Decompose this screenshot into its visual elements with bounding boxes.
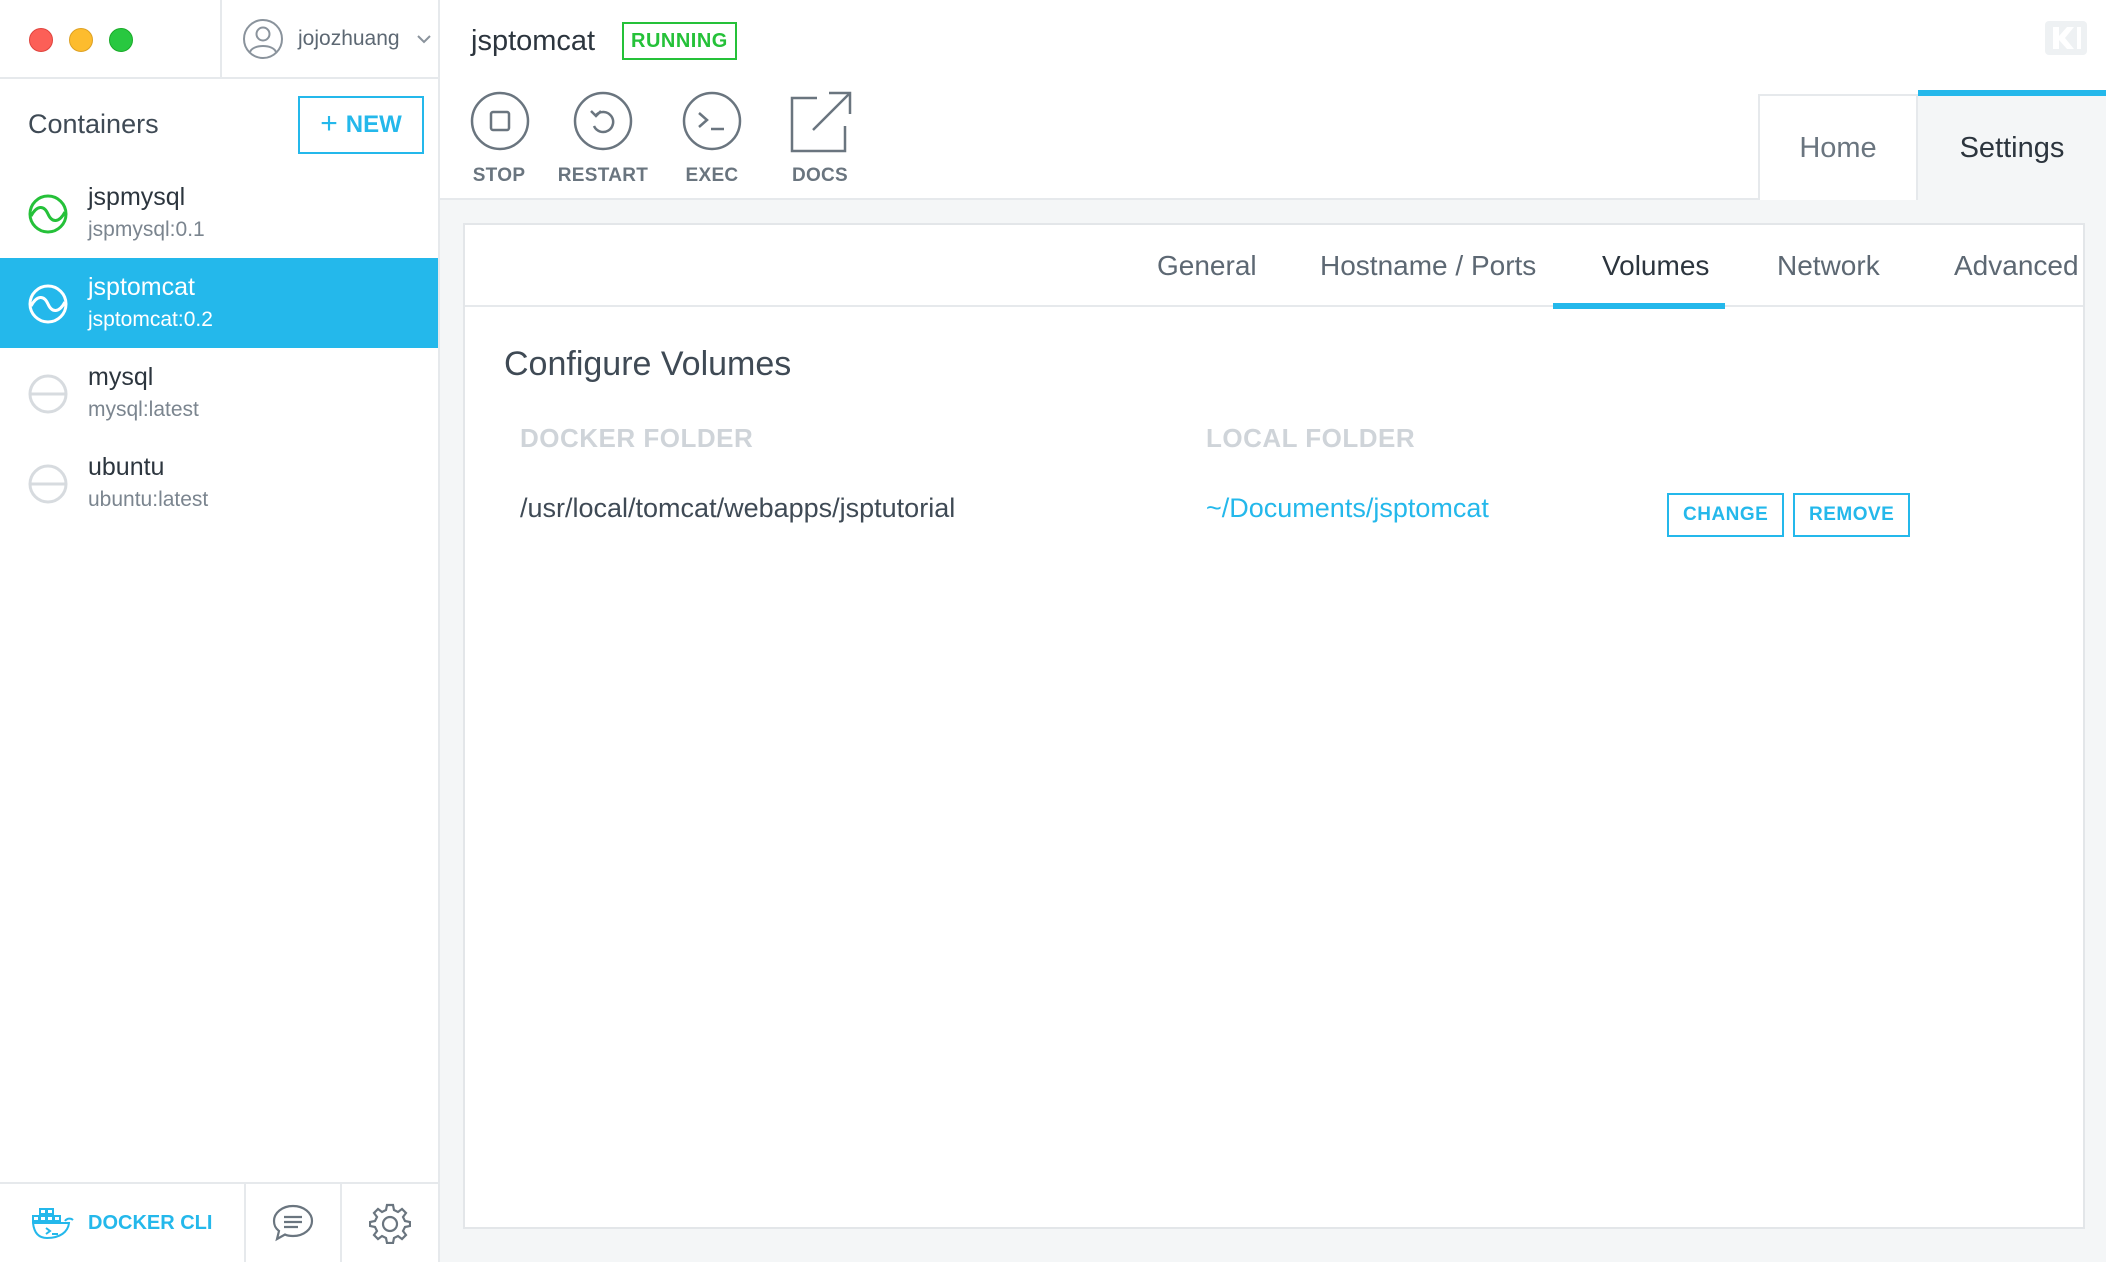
main-area: jsptomcat RUNNING STOP RESTART EXEC DOCS… bbox=[440, 0, 2106, 1262]
chat-bubble-icon bbox=[272, 1204, 314, 1242]
exec-label: EXEC bbox=[685, 165, 739, 186]
stop-label: STOP bbox=[472, 165, 526, 186]
account-menu[interactable]: jojozhuang bbox=[220, 0, 438, 77]
change-volume-button[interactable]: CHANGE bbox=[1667, 493, 1785, 537]
docs-label: DOCS bbox=[791, 165, 849, 186]
container-name: jsptomcat bbox=[88, 273, 195, 301]
chevron-down-icon bbox=[416, 34, 431, 43]
close-window-button[interactable] bbox=[29, 28, 53, 52]
docker-folder-path: /usr/local/tomcat/webapps/jsptutorial bbox=[520, 493, 956, 523]
container-header: jsptomcat RUNNING STOP RESTART EXEC DOCS… bbox=[440, 0, 2106, 200]
containers-header: Containers + NEW bbox=[0, 80, 438, 168]
view-switcher: Home Settings bbox=[1758, 90, 2106, 200]
remove-volume-button[interactable]: REMOVE bbox=[1793, 493, 1911, 537]
container-item-jsptomcat[interactable]: jsptomcat jsptomcat:0.2 bbox=[0, 258, 438, 348]
container-image: mysql:latest bbox=[88, 398, 199, 421]
settings-panel: General Hostname / Ports Volumes Network… bbox=[463, 223, 2085, 1229]
preferences-button[interactable] bbox=[342, 1184, 438, 1262]
section-title: Configure Volumes bbox=[504, 345, 792, 383]
container-name: mysql bbox=[88, 363, 154, 391]
local-folder-header: LOCAL FOLDER bbox=[1206, 423, 1416, 453]
plus-icon: + bbox=[320, 106, 338, 140]
restart-button[interactable]: RESTART bbox=[548, 90, 658, 190]
container-image: ubuntu:latest bbox=[88, 488, 209, 511]
restart-icon bbox=[573, 91, 633, 151]
container-name: jspmysql bbox=[88, 183, 186, 211]
stop-button[interactable]: STOP bbox=[440, 90, 550, 190]
window-titlebar: jojozhuang bbox=[0, 0, 438, 79]
docker-cli-button[interactable]: DOCKER CLI bbox=[0, 1184, 246, 1262]
containers-title: Containers bbox=[28, 109, 159, 139]
active-tab-indicator bbox=[1553, 303, 1725, 309]
tab-hostname-ports[interactable]: Hostname / Ports bbox=[1320, 225, 1536, 307]
container-image: jspmysql:0.1 bbox=[88, 218, 205, 241]
exec-button[interactable]: EXEC bbox=[657, 90, 767, 190]
container-list: jspmysql jspmysql:0.1 jsptomcat jsptomca… bbox=[0, 168, 438, 528]
external-link-icon bbox=[790, 91, 852, 153]
local-folder-link[interactable]: ~/Documents/jsptomcat bbox=[1206, 493, 1489, 524]
status-badge: RUNNING bbox=[622, 22, 737, 60]
container-image: jsptomcat:0.2 bbox=[88, 308, 213, 331]
running-status-icon bbox=[28, 284, 68, 324]
kitematic-logo-icon bbox=[2045, 21, 2087, 55]
sidebar: jojozhuang Containers + NEW jspmysql jsp… bbox=[0, 0, 440, 1262]
docs-button[interactable]: DOCS bbox=[765, 90, 875, 190]
stopped-status-icon bbox=[28, 464, 68, 504]
stop-icon bbox=[470, 91, 530, 151]
restart-label: RESTART bbox=[557, 165, 649, 186]
tab-network[interactable]: Network bbox=[1777, 225, 1880, 307]
stopped-status-icon bbox=[28, 374, 68, 414]
user-avatar-icon bbox=[243, 18, 283, 59]
feedback-button[interactable] bbox=[246, 1184, 342, 1262]
minimize-window-button[interactable] bbox=[69, 28, 93, 52]
tab-home[interactable]: Home bbox=[1758, 94, 1918, 200]
running-status-icon bbox=[28, 194, 68, 234]
docker-folder-header: DOCKER FOLDER bbox=[520, 423, 754, 453]
new-button-label: NEW bbox=[345, 111, 402, 138]
container-name: ubuntu bbox=[88, 453, 165, 481]
tab-volumes[interactable]: Volumes bbox=[1602, 225, 1709, 307]
container-item-jspmysql[interactable]: jspmysql jspmysql:0.1 bbox=[0, 168, 438, 258]
new-container-button[interactable]: + NEW bbox=[298, 96, 424, 154]
container-title: jsptomcat bbox=[471, 25, 596, 57]
tab-general[interactable]: General bbox=[1157, 225, 1257, 307]
container-item-mysql[interactable]: mysql mysql:latest bbox=[0, 348, 438, 438]
docker-cli-label: DOCKER CLI bbox=[88, 1211, 213, 1234]
terminal-icon bbox=[682, 91, 742, 151]
docker-whale-icon bbox=[32, 1208, 74, 1240]
settings-tabs: General Hostname / Ports Volumes Network… bbox=[465, 225, 2083, 307]
tab-advanced[interactable]: Advanced bbox=[1954, 225, 2079, 307]
gear-icon bbox=[369, 1203, 411, 1244]
tab-settings[interactable]: Settings bbox=[1918, 90, 2106, 200]
container-item-ubuntu[interactable]: ubuntu ubuntu:latest bbox=[0, 438, 438, 528]
account-username: jojozhuang bbox=[298, 26, 400, 50]
sidebar-footer: DOCKER CLI bbox=[0, 1182, 438, 1262]
zoom-window-button[interactable] bbox=[109, 28, 133, 52]
